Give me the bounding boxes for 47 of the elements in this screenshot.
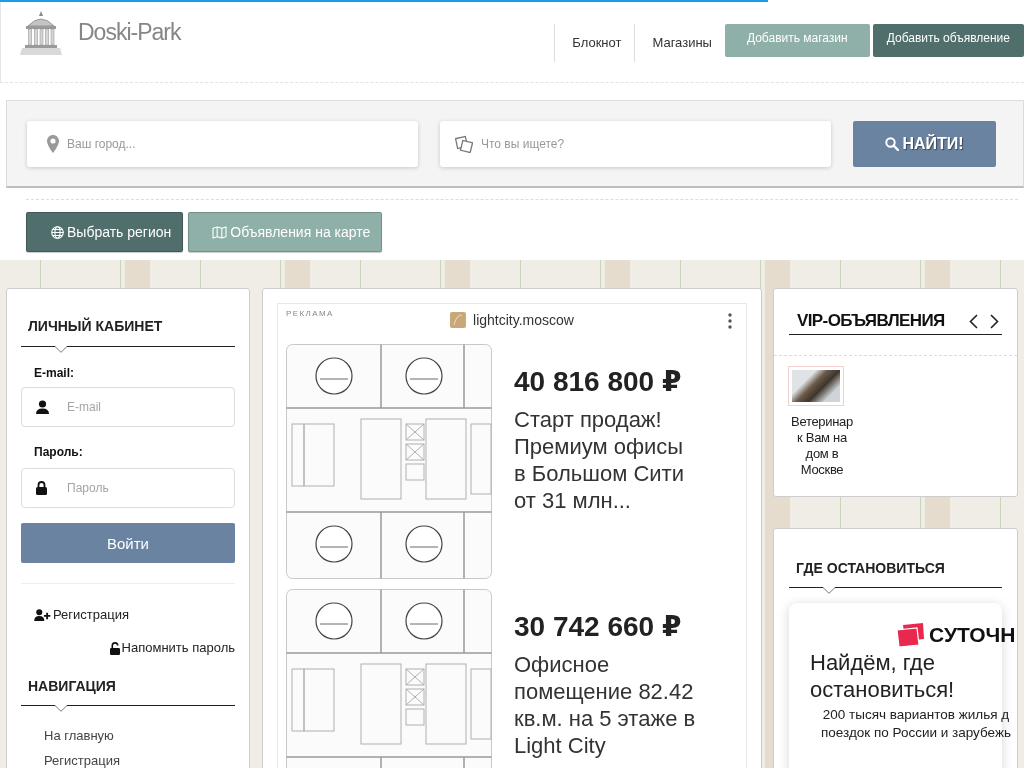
pillow-logo-icon (897, 623, 925, 647)
search-button[interactable]: НАЙТИ! (853, 121, 996, 167)
nav-link[interactable]: Блокнот (554, 24, 635, 62)
field-label: E-mail: (33, 366, 75, 380)
user-icon (36, 400, 49, 414)
region-button[interactable]: Выбрать регион (26, 212, 184, 252)
nav-link[interactable]: Регистрация (44, 753, 120, 768)
nav-link[interactable]: Магазины (634, 24, 725, 62)
city-field[interactable]: Ваш город... (27, 121, 418, 167)
ad-description[interactable]: 200 тысяч вариантов жилья д поездок по России и зарубежь (809, 706, 1023, 742)
user-plus-icon (34, 609, 51, 621)
listing-title[interactable]: Ветеринар к Вам на дом в Москве (789, 414, 855, 478)
chevron-left-icon[interactable] (969, 313, 978, 329)
map-marker-icon (47, 135, 59, 153)
add-listing-button[interactable]: Добавить объявление (872, 24, 1024, 57)
ad-domain-link[interactable]: lightcity.moscow (473, 312, 574, 328)
email-field[interactable]: E-mail (21, 387, 235, 427)
section-title: VIP-ОБЪЯВЛЕНИЯ (797, 310, 945, 332)
lock-icon (36, 481, 47, 495)
more-options-icon[interactable] (728, 313, 732, 329)
site-favicon-icon (450, 312, 467, 328)
section-title: ЛИЧНЫЙ КАБИНЕТ (27, 316, 164, 336)
ad-headline[interactable]: Найдём, где остановиться! (810, 649, 980, 703)
search-icon (885, 137, 900, 151)
tags-icon (455, 135, 473, 153)
remind-password-link[interactable]: Напомнить пароль (109, 640, 235, 656)
ad-label: РЕКЛАМА (286, 309, 334, 319)
nav-link[interactable]: На главную (44, 728, 114, 744)
photo-placeholder[interactable] (789, 367, 843, 405)
ad-description[interactable]: Офисное помещение 82.42 кв.м. на 5 этаже в Light City (514, 651, 700, 759)
register-link[interactable]: Регистрация (34, 607, 129, 623)
brand-name: СУТОЧН (929, 623, 1016, 647)
site-name[interactable]: Doski-Park (78, 18, 181, 46)
map-icon (212, 225, 228, 239)
chevron-right-icon[interactable] (990, 313, 999, 329)
field-label: Пароль: (33, 445, 84, 459)
login-button[interactable]: Войти (21, 523, 235, 563)
ad-price[interactable]: 40 816 800 ₽ (514, 365, 700, 399)
globe-icon (51, 225, 64, 239)
password-field[interactable]: Пароль (21, 468, 235, 508)
section-title: ГДЕ ОСТАНОВИТЬСЯ (795, 559, 946, 578)
unlock-icon (109, 641, 120, 655)
section-title: НАВИГАЦИЯ (27, 677, 117, 696)
search-field[interactable]: Что вы ищете? (440, 121, 831, 167)
ad-description[interactable]: Старт продаж! Премиум офисы в Большом Сити от 31 млн... (514, 406, 700, 514)
pavilion-logo-icon[interactable] (20, 10, 62, 55)
ad-price[interactable]: 30 742 660 ₽ (514, 610, 700, 644)
